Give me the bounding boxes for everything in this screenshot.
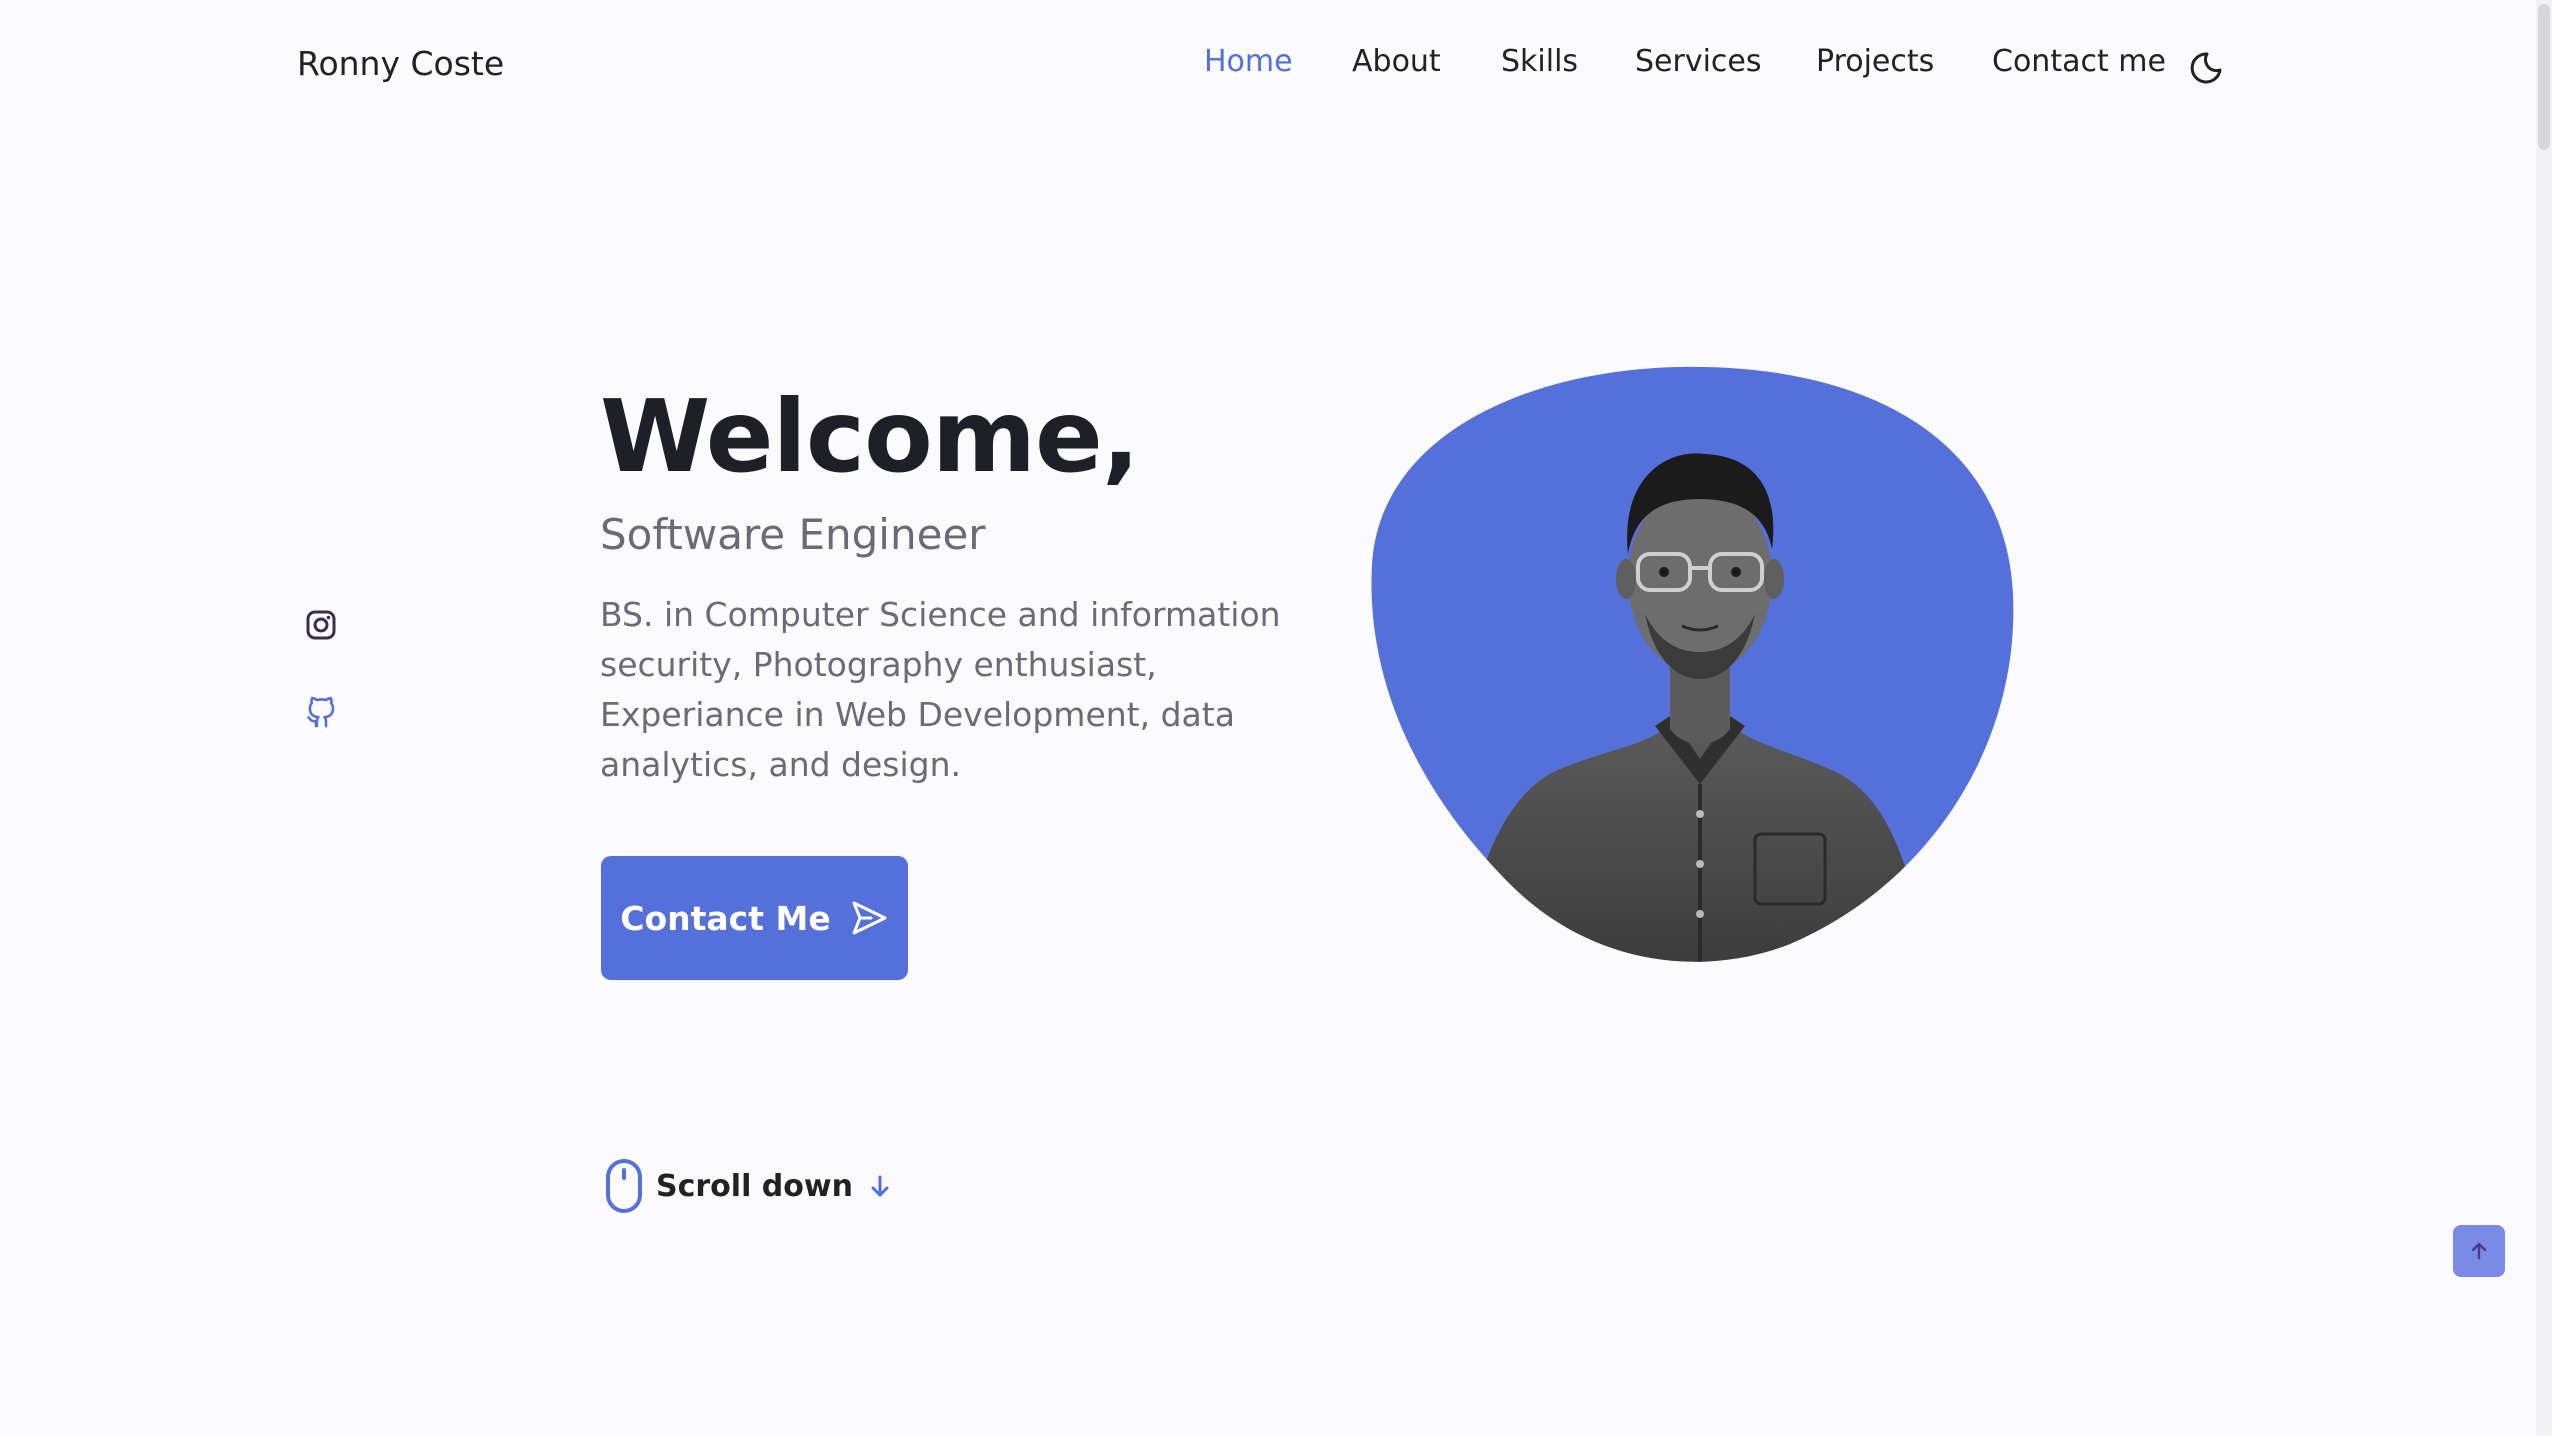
scroll-down-label: Scroll down <box>656 1168 853 1204</box>
nav-about[interactable]: About <box>1352 44 1441 79</box>
scrollbar-track[interactable] <box>2536 0 2552 1436</box>
moon-icon[interactable] <box>2190 46 2230 86</box>
profile-photo <box>1370 364 2015 964</box>
hero-title: Welcome, <box>600 378 1140 495</box>
instagram-icon[interactable] <box>300 604 342 646</box>
contact-me-label: Contact Me <box>620 898 831 938</box>
contact-me-button[interactable]: Contact Me <box>601 856 908 980</box>
mouse-icon <box>606 1159 642 1213</box>
send-icon <box>852 901 887 935</box>
nav-services[interactable]: Services <box>1635 44 1762 79</box>
page: Ronny Coste Home About Skills Services P… <box>0 0 2552 1436</box>
nav-projects[interactable]: Projects <box>1816 44 1934 79</box>
scroll-up-button[interactable] <box>2453 1225 2505 1277</box>
github-icon[interactable] <box>300 692 342 734</box>
hero-description: BS. in Computer Science and information … <box>600 595 1281 784</box>
nav-skills[interactable]: Skills <box>1501 44 1578 79</box>
arrow-down-icon <box>871 1175 889 1197</box>
scrollbar-thumb[interactable] <box>2538 4 2550 150</box>
nav-contact[interactable]: Contact me <box>1992 44 2166 79</box>
hero-subtitle: Software Engineer <box>600 510 986 559</box>
brand-logo[interactable]: Ronny Coste <box>297 44 504 83</box>
arrow-up-icon <box>2471 1242 2487 1260</box>
scroll-down-link[interactable]: Scroll down <box>604 1158 895 1214</box>
nav-home[interactable]: Home <box>1204 44 1293 79</box>
